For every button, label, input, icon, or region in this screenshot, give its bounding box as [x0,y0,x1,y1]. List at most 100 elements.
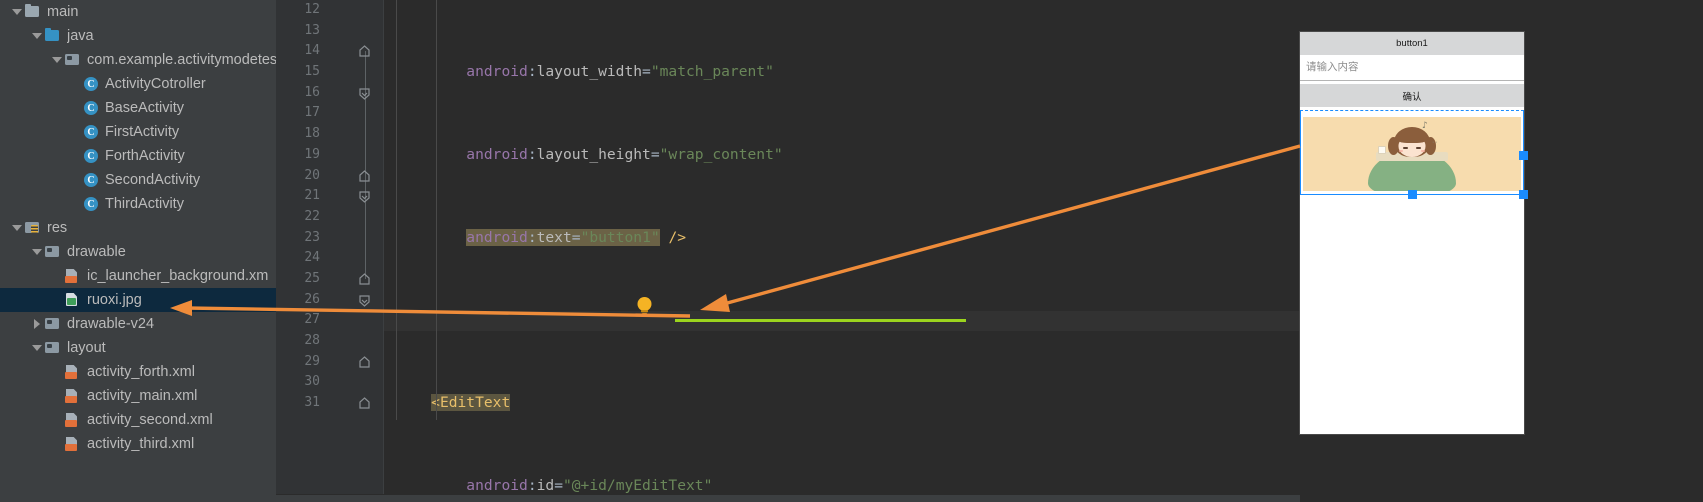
xml-file-icon: <> [63,388,82,404]
no-chevron [70,168,83,192]
no-chevron [50,384,63,408]
value-underline [675,319,966,322]
tree-item-secondactivity[interactable]: C SecondActivity [0,168,276,192]
java-class-icon: C [83,124,100,140]
chevron-down-icon[interactable] [30,336,43,360]
tree-item-thirdactivity[interactable]: C ThirdActivity [0,192,276,216]
fold-expand-icon[interactable] [358,169,372,183]
line-number: 20 [304,167,320,183]
line-number: 31 [304,395,320,411]
chevron-down-icon[interactable] [10,216,23,240]
line-number-column: 12 13 14 15 16 17 18 19 20 21 22 23 24 25 26 27 28 29 30 31 [276,0,338,414]
preview-confirm-button[interactable]: 确认 [1300,84,1524,107]
chevron-down-icon[interactable] [50,48,63,72]
tree-item-ruoxi-jpg[interactable]: ruoxi.jpg [0,288,276,312]
line-number: 16 [304,84,320,100]
tree-item-label: FirstActivity [105,124,180,140]
tree-item-label: ForthActivity [105,148,185,164]
tree-item-main[interactable]: main [0,0,276,24]
tree-item-activity-forth-xml[interactable]: <> activity_forth.xml [0,360,276,384]
project-tree-panel[interactable]: main java com.example.activitymodetes C Acti… [0,0,276,502]
tree-item-baseactivity[interactable]: C BaseActivity [0,96,276,120]
line-number: 25 [304,270,320,286]
code-line-14[interactable]: android:text="button1" /> [384,228,800,249]
tree-item-activity-main-xml[interactable]: <> activity_main.xml [0,384,276,408]
no-chevron [70,144,83,168]
tree-item-com-example-activitymodetes[interactable]: com.example.activitymodetes [0,48,276,72]
chevron-right-icon[interactable] [30,312,43,336]
tree-item-activity-third-xml[interactable]: <> activity_third.xml [0,432,276,456]
no-chevron [50,264,63,288]
resize-handle-corner[interactable] [1519,190,1528,199]
tree-item-res[interactable]: res [0,216,276,240]
package-folder-icon [43,340,62,356]
java-class-icon: C [83,172,100,188]
java-class-icon: C [83,148,100,164]
xml-file-icon: <> [63,268,82,284]
tree-item-label: BaseActivity [105,100,184,116]
fold-connector [364,92,366,176]
tree-item-label: ThirdActivity [105,196,184,212]
java-class-icon: C [83,76,100,92]
tree-item-layout[interactable]: layout [0,336,276,360]
tree-item-java[interactable]: java [0,24,276,48]
tree-item-label: activity_second.xml [87,412,213,428]
indent-guide [436,0,437,420]
fold-collapse-icon[interactable] [358,87,372,100]
line-number: 21 [304,188,320,204]
preview-edittext-hint[interactable]: 请输入内容 [1300,55,1524,81]
preview-button1[interactable]: button1 [1300,32,1524,55]
code-line-16[interactable]: <EditText [384,393,800,414]
tree-item-activitycotroller[interactable]: C ActivityCotroller [0,72,276,96]
chevron-down-icon[interactable] [30,24,43,48]
fold-expand-icon[interactable] [358,356,372,369]
code-folding-column[interactable] [354,0,376,502]
line-number: 28 [304,333,320,348]
tree-item-label: layout [67,340,106,356]
line-number: 23 [304,229,320,245]
xml-file-icon: <> [63,436,82,452]
tree-item-forthactivity[interactable]: C ForthActivity [0,144,276,168]
tree-item-label: SecondActivity [105,172,201,188]
code-line-13[interactable]: android:layout_height="wrap_content" [384,145,800,166]
tree-item-label: activity_third.xml [87,436,195,452]
fold-collapse-icon[interactable] [358,190,372,204]
component-selection-box[interactable] [1300,110,1528,199]
tree-item-activity-second-xml[interactable]: <> activity_second.xml [0,408,276,432]
xml-file-icon: <> [63,412,82,428]
editor-gutter[interactable]: 12 13 14 15 16 17 18 19 20 21 22 23 24 25 26 27 28 29 30 31 [276,0,384,502]
tree-item-drawable[interactable]: drawable [0,240,276,264]
project-tree-list[interactable]: main java com.example.activitymodetes C Acti… [0,0,276,456]
tree-item-ic-launcher-background-xm[interactable]: <> ic_launcher_background.xm [0,264,276,288]
token-ns: android [466,63,528,81]
line-number: 17 [304,105,320,121]
code-text-area[interactable]: android:layout_width="match_parent" andr… [384,0,800,502]
tag-edittext: <EditText [431,394,511,412]
java-class-icon: C [83,100,100,116]
tree-item-label: java [67,28,94,44]
device-preview-frame[interactable]: button1 请输入内容 确认 ♪ ·· [1299,31,1528,435]
lightbulb-icon[interactable] [636,296,653,316]
line-number: 30 [304,374,320,390]
line-number: 18 [304,126,320,142]
resize-handle-right[interactable] [1519,151,1528,160]
no-chevron [70,120,83,144]
fold-expand-icon[interactable] [358,397,372,410]
fold-expand-icon[interactable] [358,45,372,58]
line-number: 13 [304,22,320,38]
folder-blue-icon [43,28,62,44]
chevron-down-icon[interactable] [30,240,43,264]
code-line-12[interactable]: android:layout_width="match_parent" [384,62,800,83]
no-chevron [70,72,83,96]
tree-item-label: ic_launcher_background.xm [87,268,269,284]
chevron-down-icon[interactable] [10,0,23,24]
tree-item-firstactivity[interactable]: C FirstActivity [0,120,276,144]
preview-imageview-region[interactable]: ♪ ·· [1300,110,1528,199]
tree-item-drawable-v24[interactable]: drawable-v24 [0,312,276,336]
resize-handle-bottom[interactable] [1407,190,1417,199]
fold-collapse-icon[interactable] [358,294,372,307]
line-number: 27 [304,312,320,328]
fold-expand-icon[interactable] [358,273,372,286]
line-number: 22 [304,208,320,224]
tree-item-label: activity_main.xml [87,388,198,404]
